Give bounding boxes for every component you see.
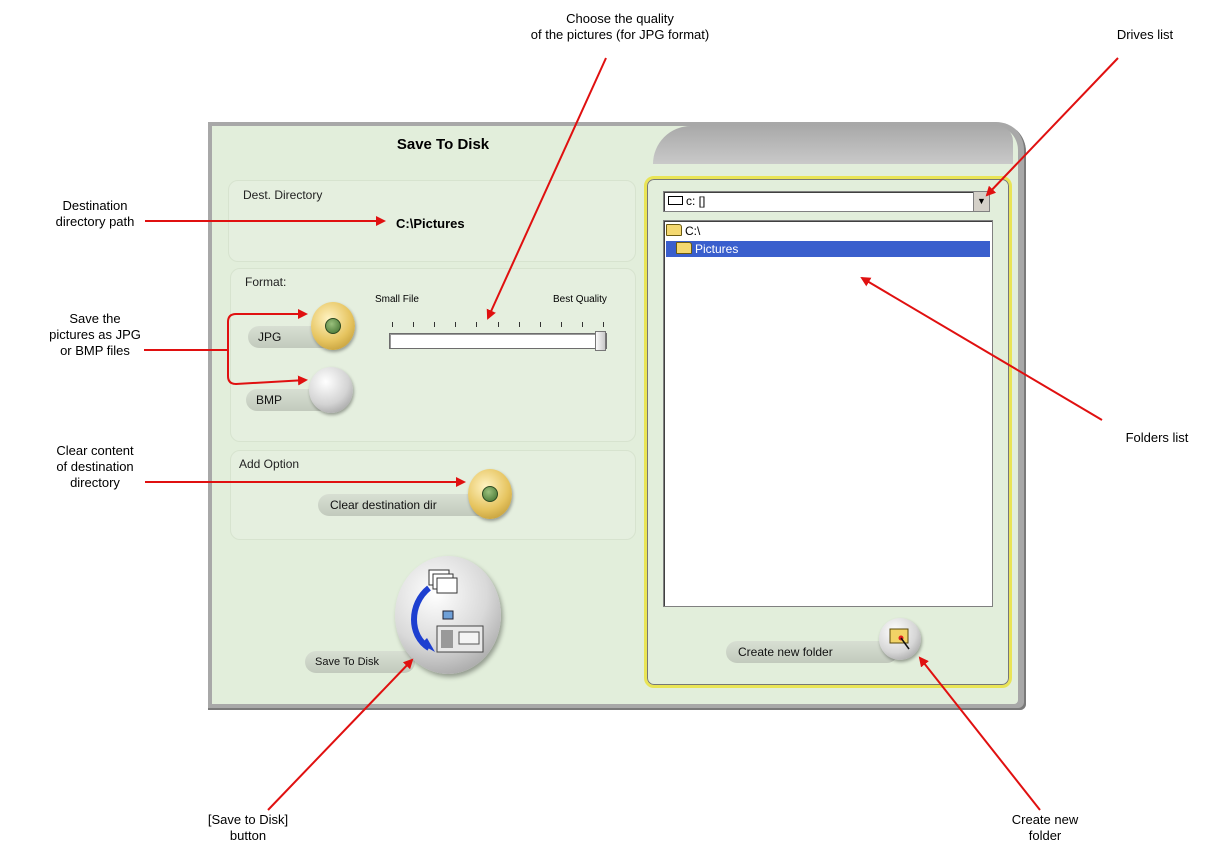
folder-item-label: C:\ (685, 224, 701, 238)
save-to-disk-button[interactable] (395, 556, 501, 674)
folders-list[interactable]: C:\ Pictures (663, 220, 993, 607)
folder-item-pictures[interactable]: Pictures (666, 241, 990, 257)
callout-drives: Drives list (1116, 27, 1174, 42)
selected-indicator-icon (482, 486, 498, 502)
dropdown-arrow-icon[interactable]: ▼ (973, 192, 989, 211)
slider-tick (582, 322, 583, 327)
jpg-label-text: JPG (258, 330, 282, 344)
clear-destination-label[interactable]: Clear destination dir (318, 494, 490, 516)
selected-indicator-icon (325, 318, 341, 334)
callout-dest-path: Destination directory path (55, 198, 135, 229)
create-new-folder-label[interactable]: Create new folder (726, 641, 898, 663)
slider-tick (476, 322, 477, 327)
folder-item-root[interactable]: C:\ (666, 223, 700, 239)
slider-min-label: Small File (375, 294, 419, 305)
format-label: Format: (245, 275, 287, 289)
folder-item-label: Pictures (695, 242, 739, 256)
jpg-radio-button[interactable] (311, 302, 355, 350)
dialog-title: Save To Disk (396, 136, 490, 153)
drive-value: c: [] (686, 194, 706, 208)
callout-new-folder: Create new folder (1011, 812, 1079, 843)
bmp-label-text: BMP (256, 393, 283, 407)
slider-ticks (392, 322, 604, 330)
add-option-label: Add Option (239, 457, 300, 471)
slider-tick (413, 322, 414, 327)
slider-tick (519, 322, 520, 327)
quality-slider[interactable] (389, 331, 607, 351)
slider-tick (392, 322, 393, 327)
slider-max-label: Best Quality (553, 294, 607, 305)
callout-clear: Clear content of destination directory (56, 443, 134, 490)
drives-dropdown[interactable]: c: [] ▼ (663, 191, 990, 212)
drive-icon (668, 196, 683, 205)
slider-tick (561, 322, 562, 327)
callout-folders: Folders list (1125, 430, 1189, 445)
clear-destination-text: Clear destination dir (330, 498, 437, 512)
monitor-icon (442, 610, 454, 620)
slider-tick (540, 322, 541, 327)
dest-path-value: C:\Pictures (396, 216, 465, 231)
slider-tick (498, 322, 499, 327)
bmp-radio-button[interactable] (309, 367, 353, 413)
slider-tick (434, 322, 435, 327)
save-to-disk-text: Save To Disk (315, 656, 379, 668)
callout-format: Save the pictures as JPG or BMP files (49, 311, 141, 358)
new-folder-icon (889, 628, 910, 650)
callout-save: [Save to Disk] button (207, 812, 289, 843)
quality-slider-thumb[interactable] (595, 331, 606, 351)
folder-open-icon (676, 242, 692, 254)
slider-tick (455, 322, 456, 327)
folder-open-icon (666, 224, 682, 236)
slider-tick (603, 322, 604, 327)
save-to-disk-icon (411, 569, 484, 653)
sync-arrow-icon (411, 585, 435, 652)
dest-directory-label: Dest. Directory (243, 188, 323, 202)
callout-quality: Choose the quality of the pictures (for … (530, 11, 710, 42)
create-new-folder-text: Create new folder (738, 645, 833, 659)
create-new-folder-button[interactable] (879, 618, 921, 660)
dialog-tab-shade (653, 126, 1013, 164)
clear-destination-checkbox[interactable] (468, 469, 512, 519)
document-stack-icon (428, 569, 458, 594)
printer-device-icon (436, 625, 484, 653)
